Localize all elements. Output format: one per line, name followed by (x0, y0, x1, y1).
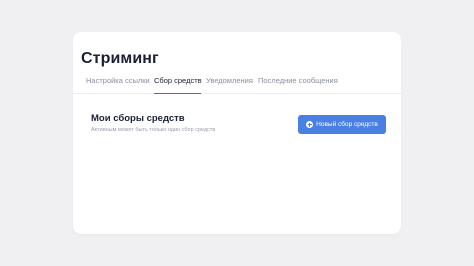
tab-bar: Настройка ссылки Сбор средств Уведомлени… (73, 72, 401, 94)
new-fundraiser-button[interactable]: Новый сбор средств (298, 115, 386, 134)
tab-notifications[interactable]: Уведомления (206, 76, 253, 93)
streaming-card: Стриминг Настройка ссылки Сбор средств У… (73, 32, 401, 234)
tab-fundraising[interactable]: Сбор средств (154, 76, 202, 94)
fundraising-section-title: Мои сборы средств (91, 113, 185, 124)
tab-recent-messages[interactable]: Последние сообщения (258, 76, 338, 93)
new-fundraiser-button-label: Новый сбор средств (316, 121, 378, 128)
plus-circle-icon (306, 121, 314, 128)
tab-link-settings[interactable]: Настройка ссылки (86, 76, 150, 93)
page-title: Стриминг (81, 50, 159, 67)
fundraising-section-subtitle: Активным может быть только один сбор сре… (91, 127, 216, 133)
